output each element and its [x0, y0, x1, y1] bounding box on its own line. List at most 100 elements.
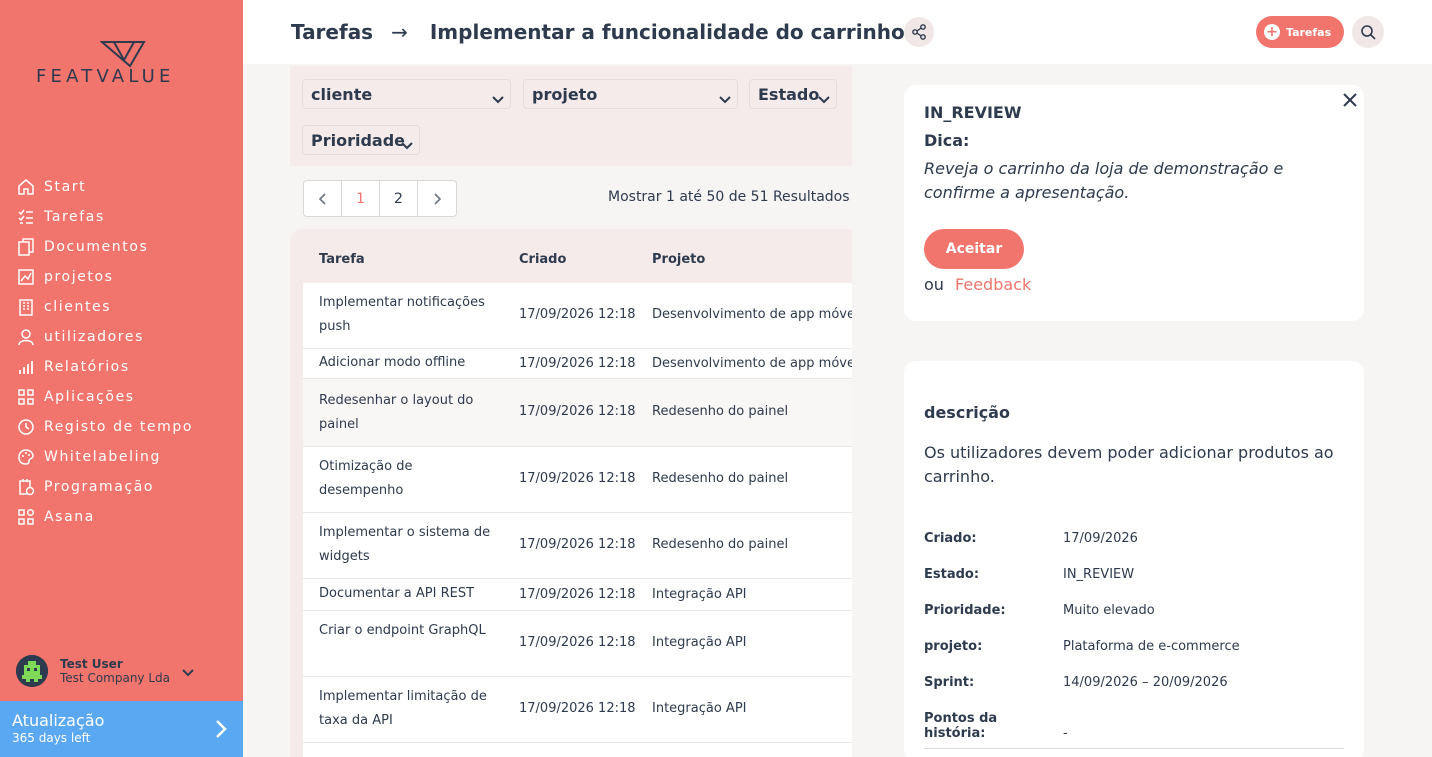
breadcrumb: Tarefas → Implementar a funcionalidade d…	[291, 20, 905, 44]
task-project: Integração API	[652, 635, 747, 650]
table-body: Implementar notificações push 17/09/2026…	[303, 283, 852, 757]
user-company: Test Company Lda	[60, 671, 171, 685]
add-task-button[interactable]: + Tarefas	[1256, 16, 1344, 48]
client-filter-select[interactable]: cliente	[302, 79, 511, 109]
page-2-button[interactable]: 2	[380, 181, 418, 216]
table-row[interactable]	[303, 743, 852, 757]
chevron-down-icon	[401, 135, 413, 154]
breadcrumb-root[interactable]: Tarefas	[291, 20, 373, 44]
project-filter-select[interactable]: projeto	[523, 79, 738, 109]
description-title: descrição	[924, 403, 1010, 422]
sidebar-item-asana[interactable]: Asana	[16, 502, 193, 532]
prev-page-button[interactable]	[304, 181, 342, 216]
search-button[interactable]	[1352, 16, 1384, 48]
users-icon	[16, 327, 36, 347]
chevron-down-icon[interactable]	[182, 662, 194, 681]
sidebar-item-tarefas[interactable]: Tarefas	[16, 202, 193, 232]
chevron-right-icon	[434, 192, 441, 205]
priority-filter-select[interactable]: Prioridade	[302, 125, 420, 155]
sidebar-item-documentos[interactable]: Documentos	[16, 232, 193, 262]
meta-value: 17/09/2026	[1063, 531, 1138, 546]
meta-value: IN_REVIEW	[1063, 567, 1135, 582]
page-1-button[interactable]: 1	[342, 181, 380, 216]
sidebar-item-registo-de-tempo[interactable]: Registo de tempo	[16, 412, 193, 442]
sidebar-item-clientes[interactable]: clientes	[16, 292, 193, 322]
share-button[interactable]	[904, 17, 934, 47]
avatar	[16, 655, 48, 687]
home-icon	[16, 177, 36, 197]
accept-button[interactable]: Aceitar	[924, 229, 1024, 269]
task-name: Adicionar modo offline	[319, 355, 466, 370]
task-name: Implementar o sistema de widgets	[319, 525, 491, 564]
user-name: Test User	[60, 657, 123, 671]
chevron-left-icon	[318, 192, 326, 205]
sidebar-item-label: Registo de tempo	[44, 419, 194, 435]
asana-icon	[16, 507, 36, 527]
column-header-created[interactable]: Criado	[519, 252, 566, 267]
meta-key: projeto:	[924, 639, 983, 654]
meta-row-sprint: Sprint: 14/09/2026 – 20/09/2026	[924, 675, 1228, 690]
table-row[interactable]: Adicionar modo offline 17/09/2026 12:18 …	[303, 349, 852, 379]
tasks-icon	[16, 207, 36, 227]
results-count: Mostrar 1 até 50 de 51 Resultados	[608, 189, 850, 205]
client-filter-value: cliente	[311, 84, 373, 104]
sidebar-item-utilizadores[interactable]: utilizadores	[16, 322, 193, 352]
top-header: Tarefas → Implementar a funcionalidade d…	[243, 0, 1432, 64]
table-row[interactable]: Redesenhar o layout do painel 17/09/2026…	[303, 379, 852, 447]
sidebar-item-label: Programação	[44, 479, 155, 495]
projects-icon	[16, 267, 36, 287]
meta-value: -	[1063, 726, 1068, 741]
meta-value: 14/09/2026 – 20/09/2026	[1063, 675, 1228, 690]
sidebar-item-label: Relatórios	[44, 359, 130, 375]
state-filter-select[interactable]: Estado	[749, 79, 837, 109]
feedback-line: ou Feedback	[924, 275, 1031, 294]
or-text: ou	[924, 275, 944, 294]
hint-text: Reveja o carrinho da loja de demonstraçã…	[924, 159, 1284, 202]
task-project: Integração API	[652, 701, 747, 716]
priority-filter-value: Prioridade	[311, 130, 406, 150]
pagination: 1 2	[303, 180, 457, 217]
task-project: Desenvolvimento de app móvel	[652, 356, 852, 371]
column-header-project[interactable]: Projeto	[652, 252, 705, 267]
next-page-button[interactable]	[418, 181, 456, 216]
filters-panel: cliente projeto Estado Prioridade	[290, 66, 852, 166]
meta-row-story-points: Pontos da história: -	[924, 711, 1068, 741]
task-created: 17/09/2026 12:18	[519, 537, 636, 552]
task-created: 17/09/2026 12:18	[519, 471, 636, 486]
task-created: 17/09/2026 12:18	[519, 701, 636, 716]
upgrade-title: Atualização	[12, 711, 105, 730]
task-created: 17/09/2026 12:18	[519, 356, 636, 371]
upgrade-banner[interactable]: Atualização 365 days left	[0, 701, 243, 757]
hint-card: IN_REVIEW Dica: Reveja o carrinho da loj…	[904, 85, 1364, 321]
meta-row-priority: Prioridade: Muito elevado	[924, 603, 1155, 618]
table-row[interactable]: Documentar a API REST 17/09/2026 12:18 I…	[303, 579, 852, 611]
logo-mark-icon	[100, 41, 146, 68]
state-filter-value: Estado	[758, 84, 820, 104]
add-task-label: Tarefas	[1286, 25, 1332, 39]
table-row[interactable]: Implementar o sistema de widgets 17/09/2…	[303, 513, 852, 579]
column-header-task[interactable]: Tarefa	[319, 252, 365, 267]
table-row[interactable]: Implementar notificações push 17/09/2026…	[303, 283, 852, 349]
sidebar-item-aplicacoes[interactable]: Aplicações	[16, 382, 193, 412]
sidebar-item-label: Tarefas	[44, 209, 105, 225]
featvalue-logo[interactable]: FEATVALUE	[36, 40, 208, 90]
table-row[interactable]: Otimização de desempenho 17/09/2026 12:1…	[303, 447, 852, 513]
sidebar-item-relatorios[interactable]: Relatórios	[16, 352, 193, 382]
chevron-down-icon	[492, 89, 504, 108]
meta-key: Prioridade:	[924, 603, 1006, 618]
sidebar-item-projetos[interactable]: projetos	[16, 262, 193, 292]
sidebar-item-start[interactable]: Start	[16, 172, 193, 202]
sidebar-nav: Start Tarefas Documentos projetos client…	[16, 172, 193, 532]
divider	[924, 748, 1344, 749]
user-menu[interactable]: Test User Test Company Lda	[16, 651, 226, 691]
task-name: Criar o endpoint GraphQL	[319, 623, 486, 638]
feedback-link[interactable]: Feedback	[955, 275, 1031, 294]
sidebar-item-label: Documentos	[44, 239, 149, 255]
table-row[interactable]: Implementar limitação de taxa da API 17/…	[303, 677, 852, 743]
close-icon[interactable]	[1342, 89, 1358, 114]
table-row[interactable]: Criar o endpoint GraphQL 17/09/2026 12:1…	[303, 611, 852, 677]
sidebar-item-programacao[interactable]: Programação	[16, 472, 193, 502]
sidebar-item-whitelabeling[interactable]: Whitelabeling	[16, 442, 193, 472]
description-card: descrição Os utilizadores devem poder ad…	[904, 361, 1364, 757]
hint-status: IN_REVIEW	[924, 103, 1022, 122]
